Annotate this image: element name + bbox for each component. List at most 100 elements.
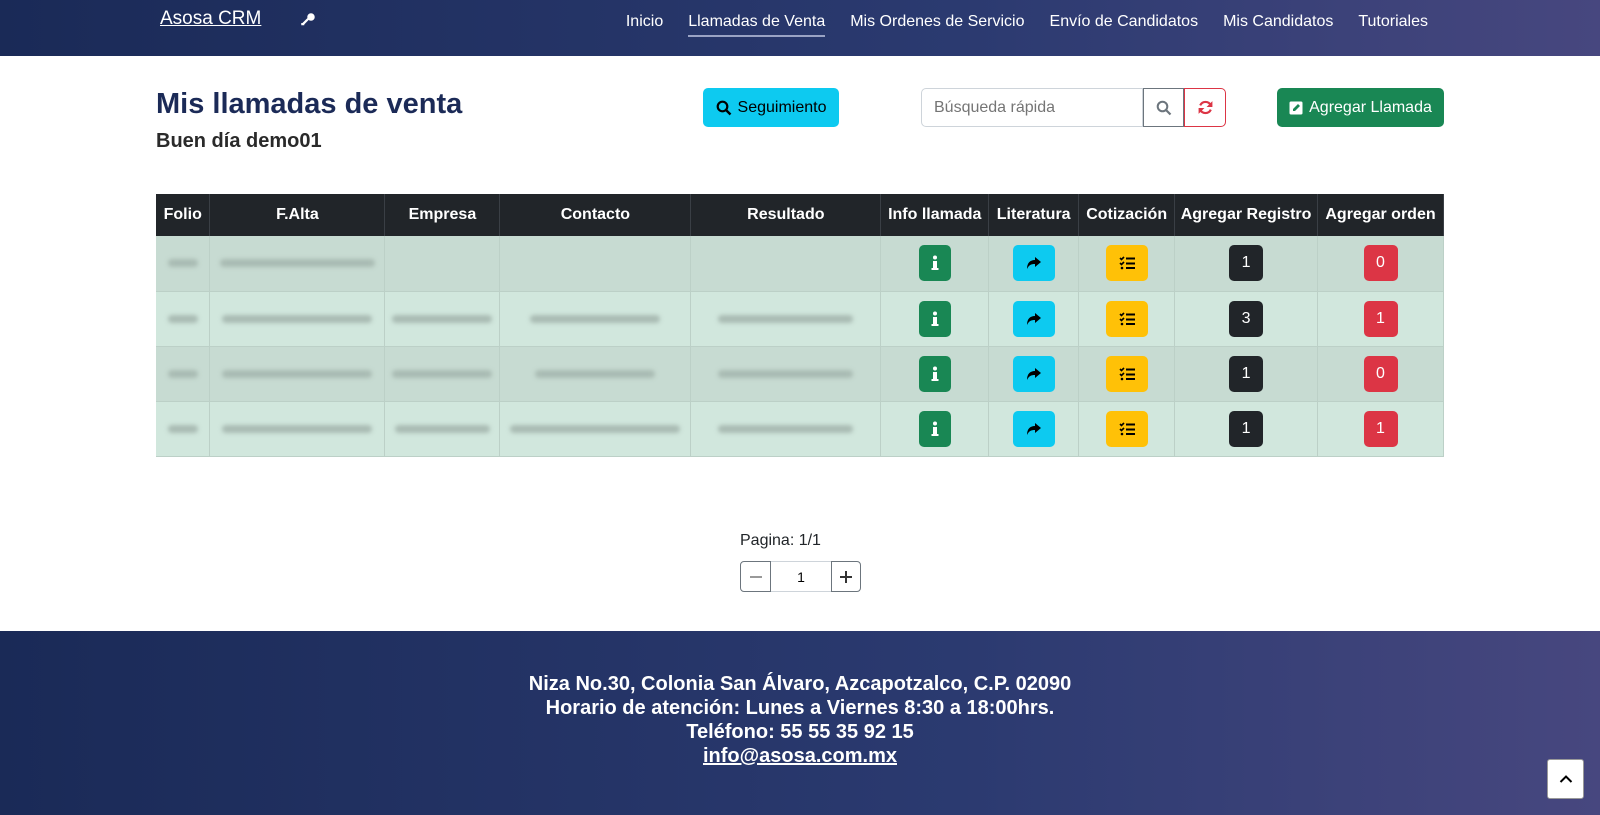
search-icon <box>1156 100 1171 115</box>
edit-icon <box>1289 101 1303 114</box>
table-row: 1 0 <box>156 346 1444 402</box>
column-header: Resultado <box>690 194 882 236</box>
records-cell: 1 <box>1174 346 1319 402</box>
info-cell <box>880 291 990 347</box>
date-cell <box>209 291 386 347</box>
info-call-button[interactable] <box>918 355 951 392</box>
folio-cell <box>156 236 211 292</box>
column-header: Cotización <box>1078 194 1176 236</box>
contact-cell <box>499 401 692 457</box>
page-stepper <box>740 561 861 592</box>
nav-link-mis-ordenes[interactable]: Mis Ordenes de Servicio <box>850 13 1024 37</box>
nav-link-mis-candidatos[interactable]: Mis Candidatos <box>1223 13 1333 37</box>
refresh-icon <box>1198 100 1212 115</box>
column-header: Empresa <box>384 194 501 236</box>
footer-email-link[interactable]: info@asosa.com.mx <box>0 744 1600 768</box>
result-cell <box>690 236 882 292</box>
literature-cell <box>988 401 1080 457</box>
date-cell <box>209 236 386 292</box>
company-cell <box>384 236 501 292</box>
info-cell <box>880 236 990 292</box>
info-call-button[interactable] <box>918 245 951 282</box>
add-order-button[interactable]: 1 <box>1363 300 1398 337</box>
add-record-button[interactable]: 1 <box>1229 410 1264 447</box>
orders-cell: 0 <box>1317 346 1444 402</box>
company-cell <box>384 401 501 457</box>
column-header: F.Alta <box>209 194 386 236</box>
info-icon <box>931 366 939 381</box>
nav-link-envio-candidatos[interactable]: Envío de Candidatos <box>1050 13 1199 37</box>
page-number-input[interactable] <box>771 561 831 592</box>
page-title: Mis llamadas de venta <box>156 88 463 120</box>
literature-cell <box>988 291 1080 347</box>
scroll-top-button[interactable] <box>1547 759 1584 799</box>
list-check-icon <box>1119 366 1135 380</box>
orders-cell: 0 <box>1317 236 1444 292</box>
search-button[interactable] <box>1143 88 1184 127</box>
key-icon <box>301 13 315 26</box>
list-check-icon <box>1119 311 1135 325</box>
column-header: Contacto <box>499 194 692 236</box>
add-record-button[interactable]: 1 <box>1229 355 1264 392</box>
literature-button[interactable] <box>1012 355 1055 392</box>
add-record-button[interactable]: 1 <box>1229 245 1264 282</box>
info-call-button[interactable] <box>918 410 951 447</box>
add-order-button[interactable]: 0 <box>1363 355 1398 392</box>
next-page-button[interactable] <box>831 561 861 592</box>
contact-cell <box>499 236 692 292</box>
literature-cell <box>988 346 1080 402</box>
quick-search-input[interactable] <box>921 88 1143 127</box>
literature-button[interactable] <box>1012 245 1055 282</box>
minus-icon <box>749 575 762 578</box>
table-row: 3 1 <box>156 291 1444 347</box>
quote-cell <box>1078 291 1176 347</box>
add-order-button[interactable]: 0 <box>1363 245 1398 282</box>
info-call-button[interactable] <box>918 300 951 337</box>
add-call-label: Agregar Llamada <box>1309 98 1432 116</box>
share-icon <box>1026 312 1041 325</box>
follow-up-label: Seguimiento <box>737 98 827 116</box>
add-order-button[interactable]: 1 <box>1363 410 1398 447</box>
folio-cell <box>156 401 211 457</box>
add-call-button[interactable]: Agregar Llamada <box>1277 88 1444 127</box>
share-icon <box>1026 257 1041 270</box>
footer-address: Niza No.30, Colonia San Álvaro, Azcapotz… <box>528 673 1072 695</box>
column-header: Info llamada <box>880 194 990 236</box>
quote-cell <box>1078 401 1176 457</box>
share-icon <box>1026 422 1041 435</box>
quick-search <box>921 88 1226 127</box>
literature-cell <box>988 236 1080 292</box>
nav-menu: Inicio Llamadas de Venta Mis Ordenes de … <box>626 13 1428 37</box>
quote-button[interactable] <box>1105 245 1148 282</box>
quote-button[interactable] <box>1105 410 1148 447</box>
column-header: Folio <box>156 194 211 236</box>
contact-cell <box>499 291 692 347</box>
folio-cell <box>156 291 211 347</box>
literature-button[interactable] <box>1012 410 1055 447</box>
result-cell <box>690 401 882 457</box>
result-cell <box>690 346 882 402</box>
info-icon <box>931 255 939 271</box>
brand-link[interactable]: Asosa CRM <box>160 8 261 30</box>
add-record-button[interactable]: 3 <box>1229 300 1264 337</box>
table-row: 1 1 <box>156 401 1444 457</box>
refresh-button[interactable] <box>1184 88 1226 127</box>
footer-phone: Teléfono: 55 55 35 92 15 <box>686 721 914 743</box>
date-cell <box>209 401 386 457</box>
search-icon <box>716 100 731 115</box>
quote-cell <box>1078 236 1176 292</box>
previous-page-button[interactable] <box>740 561 771 592</box>
table-header-row: Folio F.Alta Empresa Contacto Resultado … <box>156 194 1444 236</box>
nav-link-llamadas-de-venta[interactable]: Llamadas de Venta <box>688 13 826 37</box>
follow-up-button[interactable]: Seguimiento <box>703 88 839 127</box>
quote-button[interactable] <box>1105 300 1148 337</box>
literature-button[interactable] <box>1012 300 1055 337</box>
greeting: Buen día demo01 <box>156 130 322 152</box>
nav-link-tutoriales[interactable]: Tutoriales <box>1358 13 1428 37</box>
nav-link-inicio[interactable]: Inicio <box>626 13 663 37</box>
column-header: Agregar Registro <box>1174 194 1319 236</box>
info-icon <box>931 311 939 326</box>
company-cell <box>384 346 501 402</box>
chevron-up-icon <box>1559 775 1572 783</box>
quote-button[interactable] <box>1105 355 1148 392</box>
